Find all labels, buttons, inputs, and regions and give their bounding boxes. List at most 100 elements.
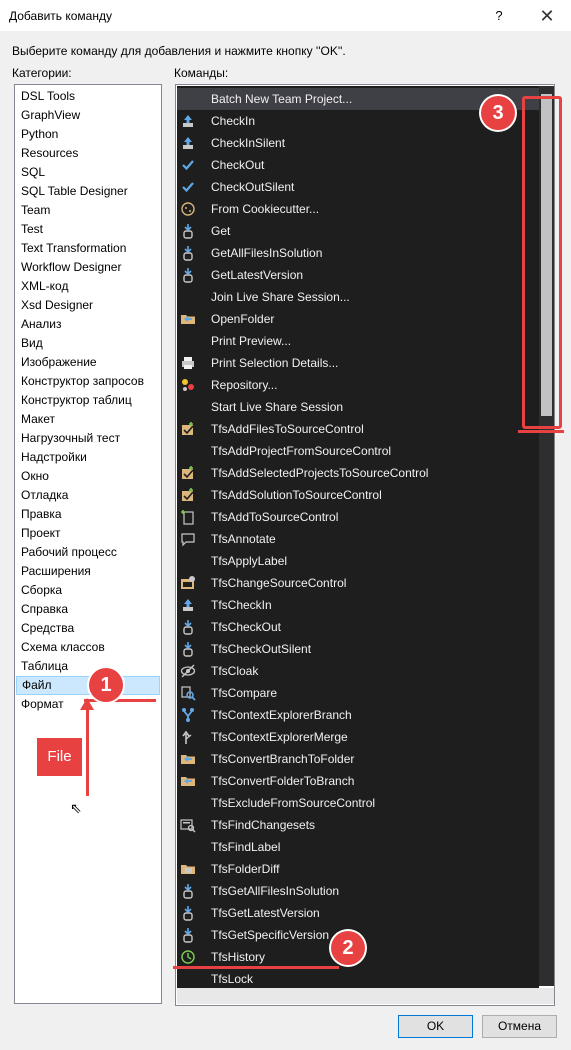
help-button[interactable]: ? bbox=[484, 3, 514, 29]
command-item[interactable]: TfsContextExplorerMerge bbox=[177, 726, 539, 748]
categories-label: Категории: bbox=[12, 66, 72, 80]
command-item[interactable]: TfsAddSelectedProjectsToSourceControl bbox=[177, 462, 539, 484]
download-icon bbox=[180, 245, 196, 261]
command-item[interactable]: TfsCheckIn bbox=[177, 594, 539, 616]
command-label: TfsFolderDiff bbox=[211, 862, 280, 876]
category-item[interactable]: Рабочий процесс bbox=[16, 543, 160, 562]
category-item[interactable]: Resources bbox=[16, 144, 160, 163]
command-item[interactable]: TfsConvertBranchToFolder bbox=[177, 748, 539, 770]
command-item[interactable]: TfsContextExplorerBranch bbox=[177, 704, 539, 726]
command-label: TfsConvertFolderToBranch bbox=[211, 774, 355, 788]
command-label: TfsAnnotate bbox=[211, 532, 276, 546]
download-icon bbox=[180, 223, 196, 239]
category-item[interactable]: Конструктор таблиц bbox=[16, 391, 160, 410]
command-item[interactable]: GetLatestVersion bbox=[177, 264, 539, 286]
command-item[interactable]: TfsLock bbox=[177, 968, 539, 990]
add-file-icon bbox=[180, 509, 196, 525]
command-label: GetLatestVersion bbox=[211, 268, 304, 282]
command-item[interactable]: TfsConvertFolderToBranch bbox=[177, 770, 539, 792]
category-item[interactable]: Вид bbox=[16, 334, 160, 353]
command-label: TfsCompare bbox=[211, 686, 278, 700]
command-item[interactable]: CheckOut bbox=[177, 154, 539, 176]
command-item[interactable]: TfsExcludeFromSourceControl bbox=[177, 792, 539, 814]
category-item[interactable]: Правка bbox=[16, 505, 160, 524]
category-item[interactable]: Окно bbox=[16, 467, 160, 486]
category-item[interactable]: Схема классов bbox=[16, 638, 160, 657]
command-label: TfsGetAllFilesInSolution bbox=[211, 884, 340, 898]
command-item[interactable]: Print Preview... bbox=[177, 330, 539, 352]
command-item[interactable]: CheckInSilent bbox=[177, 132, 539, 154]
command-item[interactable]: CheckOutSilent bbox=[177, 176, 539, 198]
category-item[interactable]: SQL Table Designer bbox=[16, 182, 160, 201]
category-item[interactable]: Python bbox=[16, 125, 160, 144]
command-label: TfsFindChangesets bbox=[211, 818, 316, 832]
horizontal-scrollbar[interactable] bbox=[177, 988, 554, 1004]
command-item[interactable]: Start Live Share Session bbox=[177, 396, 539, 418]
command-item[interactable]: From Cookiecutter... bbox=[177, 198, 539, 220]
category-item[interactable]: Проект bbox=[16, 524, 160, 543]
command-item[interactable]: TfsGetAllFilesInSolution bbox=[177, 880, 539, 902]
category-item[interactable]: Макет bbox=[16, 410, 160, 429]
command-label: TfsAddSolutionToSourceControl bbox=[211, 488, 382, 502]
category-item[interactable]: Отладка bbox=[16, 486, 160, 505]
command-item[interactable]: TfsCloak bbox=[177, 660, 539, 682]
category-item[interactable]: SQL bbox=[16, 163, 160, 182]
commands-list-viewport[interactable]: Batch New Team Project... CheckIn CheckInS… bbox=[177, 86, 539, 1004]
ok-button[interactable]: OK bbox=[398, 1015, 473, 1038]
command-item[interactable]: TfsFindChangesets bbox=[177, 814, 539, 836]
commands-list[interactable]: Batch New Team Project... CheckIn CheckInS… bbox=[175, 84, 555, 1006]
category-item[interactable]: Расширения bbox=[16, 562, 160, 581]
close-button[interactable]: ✕ bbox=[529, 3, 565, 29]
command-item[interactable]: Print Selection Details... bbox=[177, 352, 539, 374]
annotation-underline-2 bbox=[173, 966, 339, 969]
command-item[interactable]: TfsCompare bbox=[177, 682, 539, 704]
category-item[interactable]: Изображение bbox=[16, 353, 160, 372]
command-label: GetAllFilesInSolution bbox=[211, 246, 323, 260]
command-item[interactable]: TfsCheckOut bbox=[177, 616, 539, 638]
category-item[interactable]: DSL Tools bbox=[16, 87, 160, 106]
command-item[interactable]: TfsAnnotate bbox=[177, 528, 539, 550]
command-item[interactable]: TfsAddToSourceControl bbox=[177, 506, 539, 528]
category-item[interactable]: Файл bbox=[16, 676, 160, 695]
category-item[interactable]: Справка bbox=[16, 600, 160, 619]
command-label: TfsAddSelectedProjectsToSourceControl bbox=[211, 466, 429, 480]
annotation-arrowhead-icon bbox=[80, 698, 94, 710]
command-label: TfsAddProjectFromSourceControl bbox=[211, 444, 392, 458]
category-item[interactable]: Надстройки bbox=[16, 448, 160, 467]
command-item[interactable]: TfsAddFilesToSourceControl bbox=[177, 418, 539, 440]
command-item[interactable]: TfsApplyLabel bbox=[177, 550, 539, 572]
command-item[interactable]: Get bbox=[177, 220, 539, 242]
command-item[interactable]: Join Live Share Session... bbox=[177, 286, 539, 308]
category-item[interactable]: Text Transformation bbox=[16, 239, 160, 258]
download-icon bbox=[180, 267, 196, 283]
category-item[interactable]: XML-код bbox=[16, 277, 160, 296]
category-item[interactable]: GraphView bbox=[16, 106, 160, 125]
command-item[interactable]: OpenFolder bbox=[177, 308, 539, 330]
printer-icon bbox=[180, 355, 196, 371]
category-item[interactable]: Нагрузочный тест bbox=[16, 429, 160, 448]
category-item[interactable]: Xsd Designer bbox=[16, 296, 160, 315]
category-item[interactable]: Анализ bbox=[16, 315, 160, 334]
command-item[interactable]: GetAllFilesInSolution bbox=[177, 242, 539, 264]
command-item[interactable]: TfsFolderDiff bbox=[177, 858, 539, 880]
category-item[interactable]: Средства bbox=[16, 619, 160, 638]
category-item[interactable]: Test bbox=[16, 220, 160, 239]
category-item[interactable]: Workflow Designer bbox=[16, 258, 160, 277]
command-item[interactable]: TfsCheckOutSilent bbox=[177, 638, 539, 660]
command-item[interactable]: TfsFindLabel bbox=[177, 836, 539, 858]
title-bar: Добавить команду ? ✕ bbox=[0, 0, 571, 31]
command-item[interactable]: Repository... bbox=[177, 374, 539, 396]
category-item[interactable]: Конструктор запросов bbox=[16, 372, 160, 391]
category-item[interactable]: Team bbox=[16, 201, 160, 220]
categories-list[interactable]: DSL Tools GraphView Python Resources SQL SQL … bbox=[14, 84, 162, 1004]
command-item[interactable]: TfsAddSolutionToSourceControl bbox=[177, 484, 539, 506]
category-item[interactable]: Таблица bbox=[16, 657, 160, 676]
cancel-button[interactable]: Отмена bbox=[482, 1015, 557, 1038]
command-item[interactable]: TfsChangeSourceControl bbox=[177, 572, 539, 594]
category-item[interactable]: Сборка bbox=[16, 581, 160, 600]
commands-label: Команды: bbox=[174, 66, 229, 80]
command-label: TfsLock bbox=[211, 972, 254, 986]
command-item[interactable]: TfsGetLatestVersion bbox=[177, 902, 539, 924]
command-item[interactable]: TfsAddProjectFromSourceControl bbox=[177, 440, 539, 462]
command-label: TfsHistory bbox=[211, 950, 265, 964]
